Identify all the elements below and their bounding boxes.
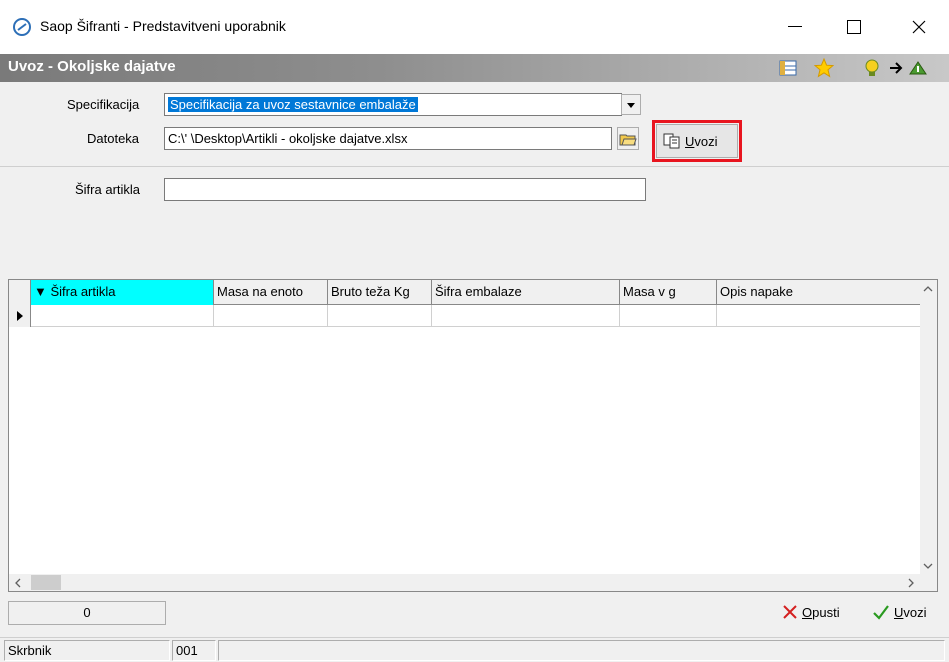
status-bar: Skrbnik 001: [0, 637, 949, 662]
file-path-input[interactable]: C:\' \Desktop\Artikli - okoljske dajatve…: [164, 127, 612, 150]
import-button[interactable]: Uvozi: [656, 124, 738, 158]
app-logo-icon: [13, 18, 31, 36]
favorite-star-icon[interactable]: [814, 58, 834, 78]
table-cell[interactable]: [31, 305, 214, 327]
table-layout-icon[interactable]: [778, 58, 798, 78]
arrow-right-icon[interactable]: [886, 58, 906, 78]
form-divider: [0, 166, 949, 167]
status-user: Skrbnik: [4, 640, 170, 661]
module-title: Uvoz - Okoljske dajatve: [8, 58, 176, 75]
cancel-button-label: Opusti: [802, 604, 840, 620]
data-grid[interactable]: ▼ Šifra artikla Masa na enoto Bruto teža K…: [8, 279, 938, 592]
table-cell[interactable]: [214, 305, 328, 327]
status-code: 001: [172, 640, 216, 661]
close-button[interactable]: [899, 12, 939, 42]
scroll-right-icon[interactable]: [907, 578, 915, 588]
table-cell[interactable]: [620, 305, 717, 327]
cancel-button[interactable]: Opusti: [782, 604, 840, 620]
window-title: Saop Šifranti - Predstavitveni uporabnik: [40, 18, 286, 34]
minimize-button[interactable]: [775, 12, 815, 42]
spec-label: Specifikacija: [67, 97, 140, 112]
scroll-left-icon[interactable]: [14, 578, 22, 588]
current-row-indicator: [9, 305, 31, 327]
row-pointer-icon: [16, 311, 23, 321]
vertical-scrollbar[interactable]: [920, 280, 937, 575]
column-header[interactable]: Opis napake: [717, 280, 921, 305]
import-copy-icon: [663, 133, 680, 149]
record-count: 0: [8, 601, 166, 625]
confirm-button-label: Uvozi: [894, 604, 927, 620]
scroll-up-icon[interactable]: [923, 285, 933, 293]
table-cell[interactable]: [432, 305, 620, 327]
module-header: Uvoz - Okoljske dajatve: [0, 54, 949, 82]
column-header[interactable]: Masa v g: [620, 280, 717, 305]
file-label: Datoteka: [87, 131, 140, 146]
spec-selected-value: Specifikacija za uvoz sestavnice embalaž…: [168, 97, 418, 112]
column-header[interactable]: Bruto teža Kg: [328, 280, 432, 305]
sifra-input[interactable]: [164, 178, 646, 201]
spec-dropdown-button[interactable]: [621, 94, 641, 115]
close-icon: [912, 20, 926, 34]
grid-header: ▼ Šifra artikla Masa na enoto Bruto teža K…: [9, 280, 921, 305]
column-header[interactable]: Šifra embalaze: [432, 280, 620, 305]
exit-door-icon[interactable]: [908, 58, 928, 78]
cancel-x-icon: [783, 605, 797, 619]
horizontal-scrollbar[interactable]: [9, 574, 937, 591]
table-cell[interactable]: [328, 305, 432, 327]
help-bulb-icon[interactable]: [862, 58, 882, 78]
status-message: [218, 640, 945, 661]
confirm-import-button[interactable]: Uvozi: [872, 604, 927, 620]
browse-file-button[interactable]: [617, 127, 639, 150]
spec-select[interactable]: Specifikacija za uvoz sestavnice embalaž…: [164, 93, 622, 116]
sifra-label: Šifra artikla: [75, 182, 141, 197]
maximize-icon: [847, 20, 861, 34]
open-folder-icon: [619, 134, 637, 145]
column-header[interactable]: ▼ Šifra artikla: [31, 280, 214, 305]
import-form: Specifikacija Specifikacija za uvoz sest…: [0, 82, 949, 270]
row-indicator-header: [9, 280, 31, 305]
chevron-down-icon: [627, 102, 635, 108]
column-header[interactable]: Masa na enoto: [214, 280, 328, 305]
table-row[interactable]: [9, 305, 921, 327]
import-button-label: Uvozi: [685, 133, 718, 149]
table-cell[interactable]: [717, 305, 921, 327]
minimize-icon: [788, 26, 802, 27]
checkmark-icon: [873, 605, 889, 620]
maximize-button[interactable]: [834, 12, 874, 42]
horizontal-scroll-thumb[interactable]: [31, 575, 61, 590]
title-bar: Saop Šifranti - Predstavitveni uporabnik: [0, 0, 949, 54]
scroll-down-icon[interactable]: [923, 562, 933, 570]
